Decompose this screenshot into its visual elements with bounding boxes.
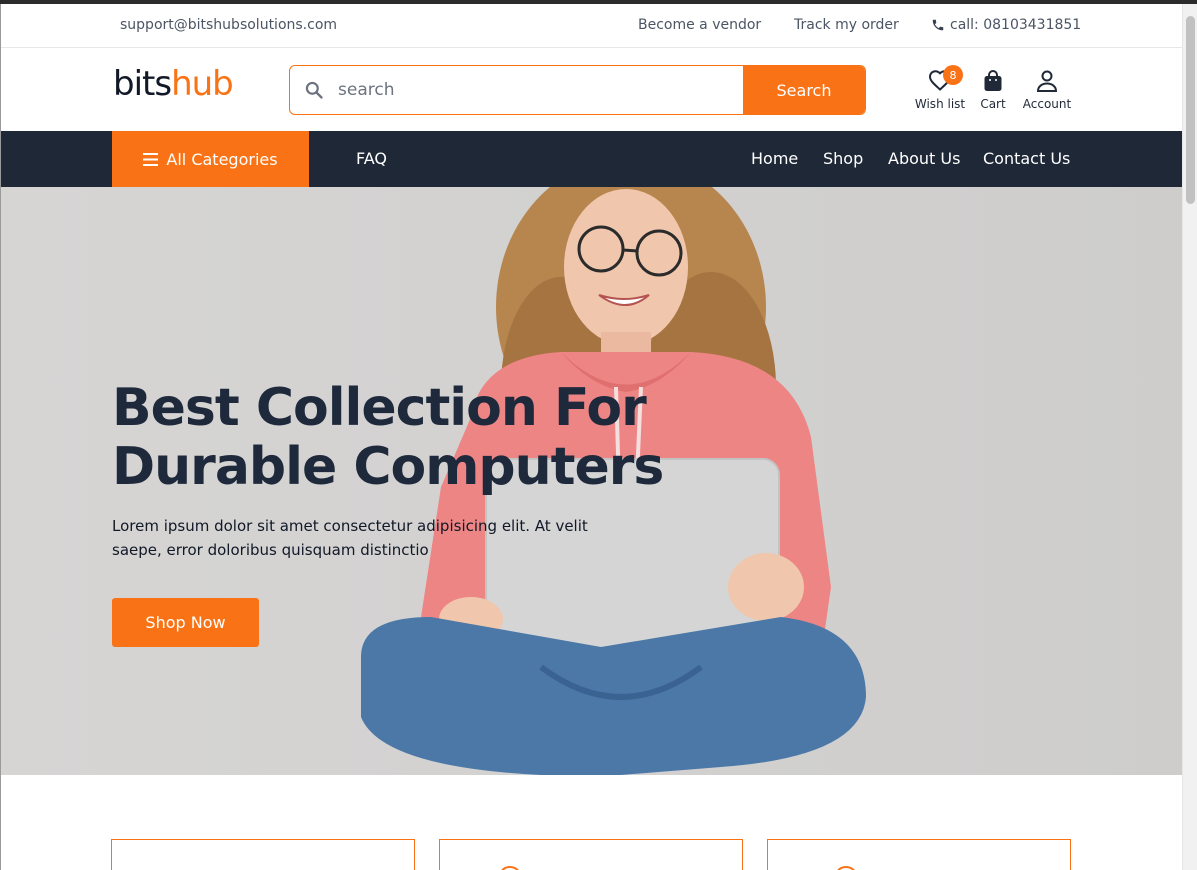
shop-now-button[interactable]: Shop Now (112, 598, 259, 647)
main-nav: All Categories FAQ Home Shop About Us Co… (1, 131, 1182, 187)
call-text: call: 08103431851 (950, 17, 1082, 33)
hero-title-line-2: Durable Computers (112, 437, 664, 497)
hero-description: Lorem ipsum dolor sit amet consectetur a… (112, 517, 588, 559)
become-vendor-link[interactable]: Become a vendor (638, 17, 761, 33)
support-email-link[interactable]: support@bitshubsolutions.com (120, 17, 337, 33)
all-categories-label: All Categories (166, 149, 278, 169)
account-button[interactable]: Account (1018, 69, 1076, 111)
hero-banner: Best Collection For Durable Computers Lor… (1, 187, 1182, 775)
wishlist-button[interactable]: 8 Wish list (913, 65, 967, 111)
cart-button[interactable]: Cart (973, 69, 1013, 111)
logo-text-hub: hub (171, 64, 234, 104)
bitshub-logo[interactable]: bitshub (113, 64, 234, 104)
shopping-bag-icon (984, 70, 1002, 91)
track-order-link[interactable]: Track my order (794, 17, 899, 33)
scrollbar-thumb[interactable] (1186, 16, 1195, 204)
page-scrollbar[interactable] (1182, 4, 1197, 870)
phone-icon (932, 19, 944, 31)
feature-card (767, 839, 1071, 870)
nav-contact-us[interactable]: Contact Us (983, 149, 1070, 168)
feature-card (111, 839, 415, 870)
nav-faq[interactable]: FAQ (356, 149, 387, 168)
logo-text-bits: bits (113, 64, 172, 104)
account-label: Account (1022, 97, 1072, 111)
all-categories-button[interactable]: All Categories (112, 131, 309, 187)
nav-shop[interactable]: Shop (823, 149, 863, 168)
feature-circle-icon (498, 866, 522, 870)
top-bar: support@bitshubsolutions.com Become a ve… (1, 4, 1182, 48)
hero-title-line-1: Best Collection For (112, 378, 647, 438)
feature-circle-icon (834, 866, 858, 870)
call-link[interactable]: call: 08103431851 (931, 17, 1081, 33)
feature-card (439, 839, 743, 870)
search-icon (290, 66, 338, 114)
user-icon (1036, 70, 1058, 92)
wishlist-label: Wish list (914, 97, 966, 111)
search-input[interactable] (338, 66, 743, 114)
wishlist-count-badge: 8 (943, 65, 963, 85)
hero-title: Best Collection For Durable Computers (112, 379, 672, 497)
nav-home[interactable]: Home (751, 149, 798, 168)
search-button[interactable]: Search (743, 66, 865, 114)
menu-icon (143, 152, 159, 166)
site-header: bitshub Search 8 Wish list Cart Account (1, 49, 1182, 131)
cart-label: Cart (980, 97, 1006, 111)
search-bar: Search (289, 65, 866, 115)
nav-about-us[interactable]: About Us (888, 149, 960, 168)
